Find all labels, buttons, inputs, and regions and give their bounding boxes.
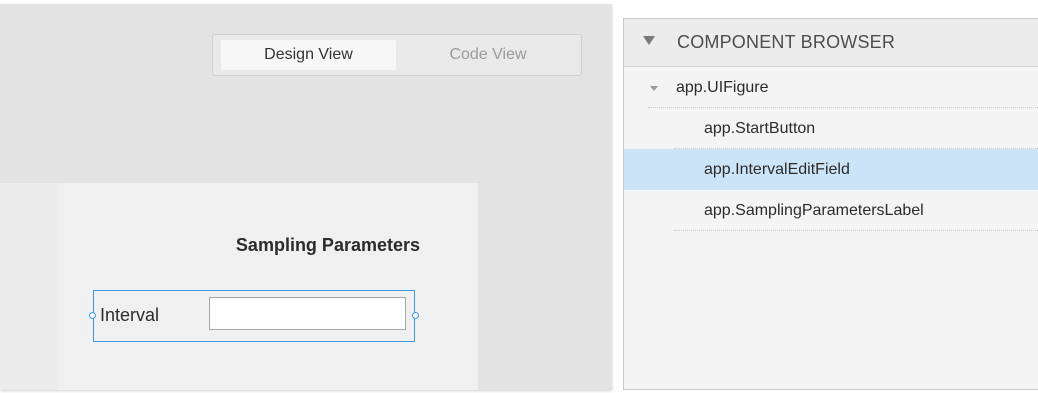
tree-item-label: app.IntervalEditField: [704, 161, 850, 178]
tree-item-label: app.SamplingParametersLabel: [704, 202, 924, 219]
figure-edge: [0, 183, 58, 390]
component-browser-header[interactable]: COMPONENT BROWSER: [624, 19, 1038, 67]
component-browser-title: COMPONENT BROWSER: [677, 32, 896, 52]
triangle-down-small-icon[interactable]: [650, 86, 658, 91]
design-view-button[interactable]: Design View: [221, 40, 396, 70]
resize-handle-right[interactable]: [412, 312, 419, 319]
interval-edit-field[interactable]: [209, 297, 406, 330]
interval-label: Interval: [100, 305, 160, 325]
tree-item-start-button[interactable]: app.StartButton: [624, 108, 1038, 149]
tree-item-label: app.UIFigure: [676, 79, 769, 96]
sampling-parameters-label[interactable]: Sampling Parameters: [236, 235, 420, 256]
tree-item-label: app.StartButton: [704, 120, 816, 137]
component-browser: COMPONENT BROWSER app.UIFigure app.Start…: [623, 18, 1038, 390]
view-toggle: Design View Code View: [212, 34, 582, 76]
interval-edit-field-selection[interactable]: Interval: [89, 290, 419, 342]
tree-divider: [674, 230, 1038, 231]
resize-handle-left[interactable]: [89, 312, 96, 319]
app-figure[interactable]: Sampling Parameters Interval: [0, 183, 478, 390]
tree-item-interval-edit-field[interactable]: app.IntervalEditField: [624, 149, 1038, 190]
code-view-button[interactable]: Code View: [403, 40, 573, 70]
design-canvas: Design View Code View Sampling Parameter…: [0, 4, 612, 390]
tree-item-app-uifigure[interactable]: app.UIFigure: [624, 67, 1038, 108]
tree-item-sampling-parameters-label[interactable]: app.SamplingParametersLabel: [624, 190, 1038, 231]
triangle-down-icon[interactable]: [643, 36, 655, 45]
